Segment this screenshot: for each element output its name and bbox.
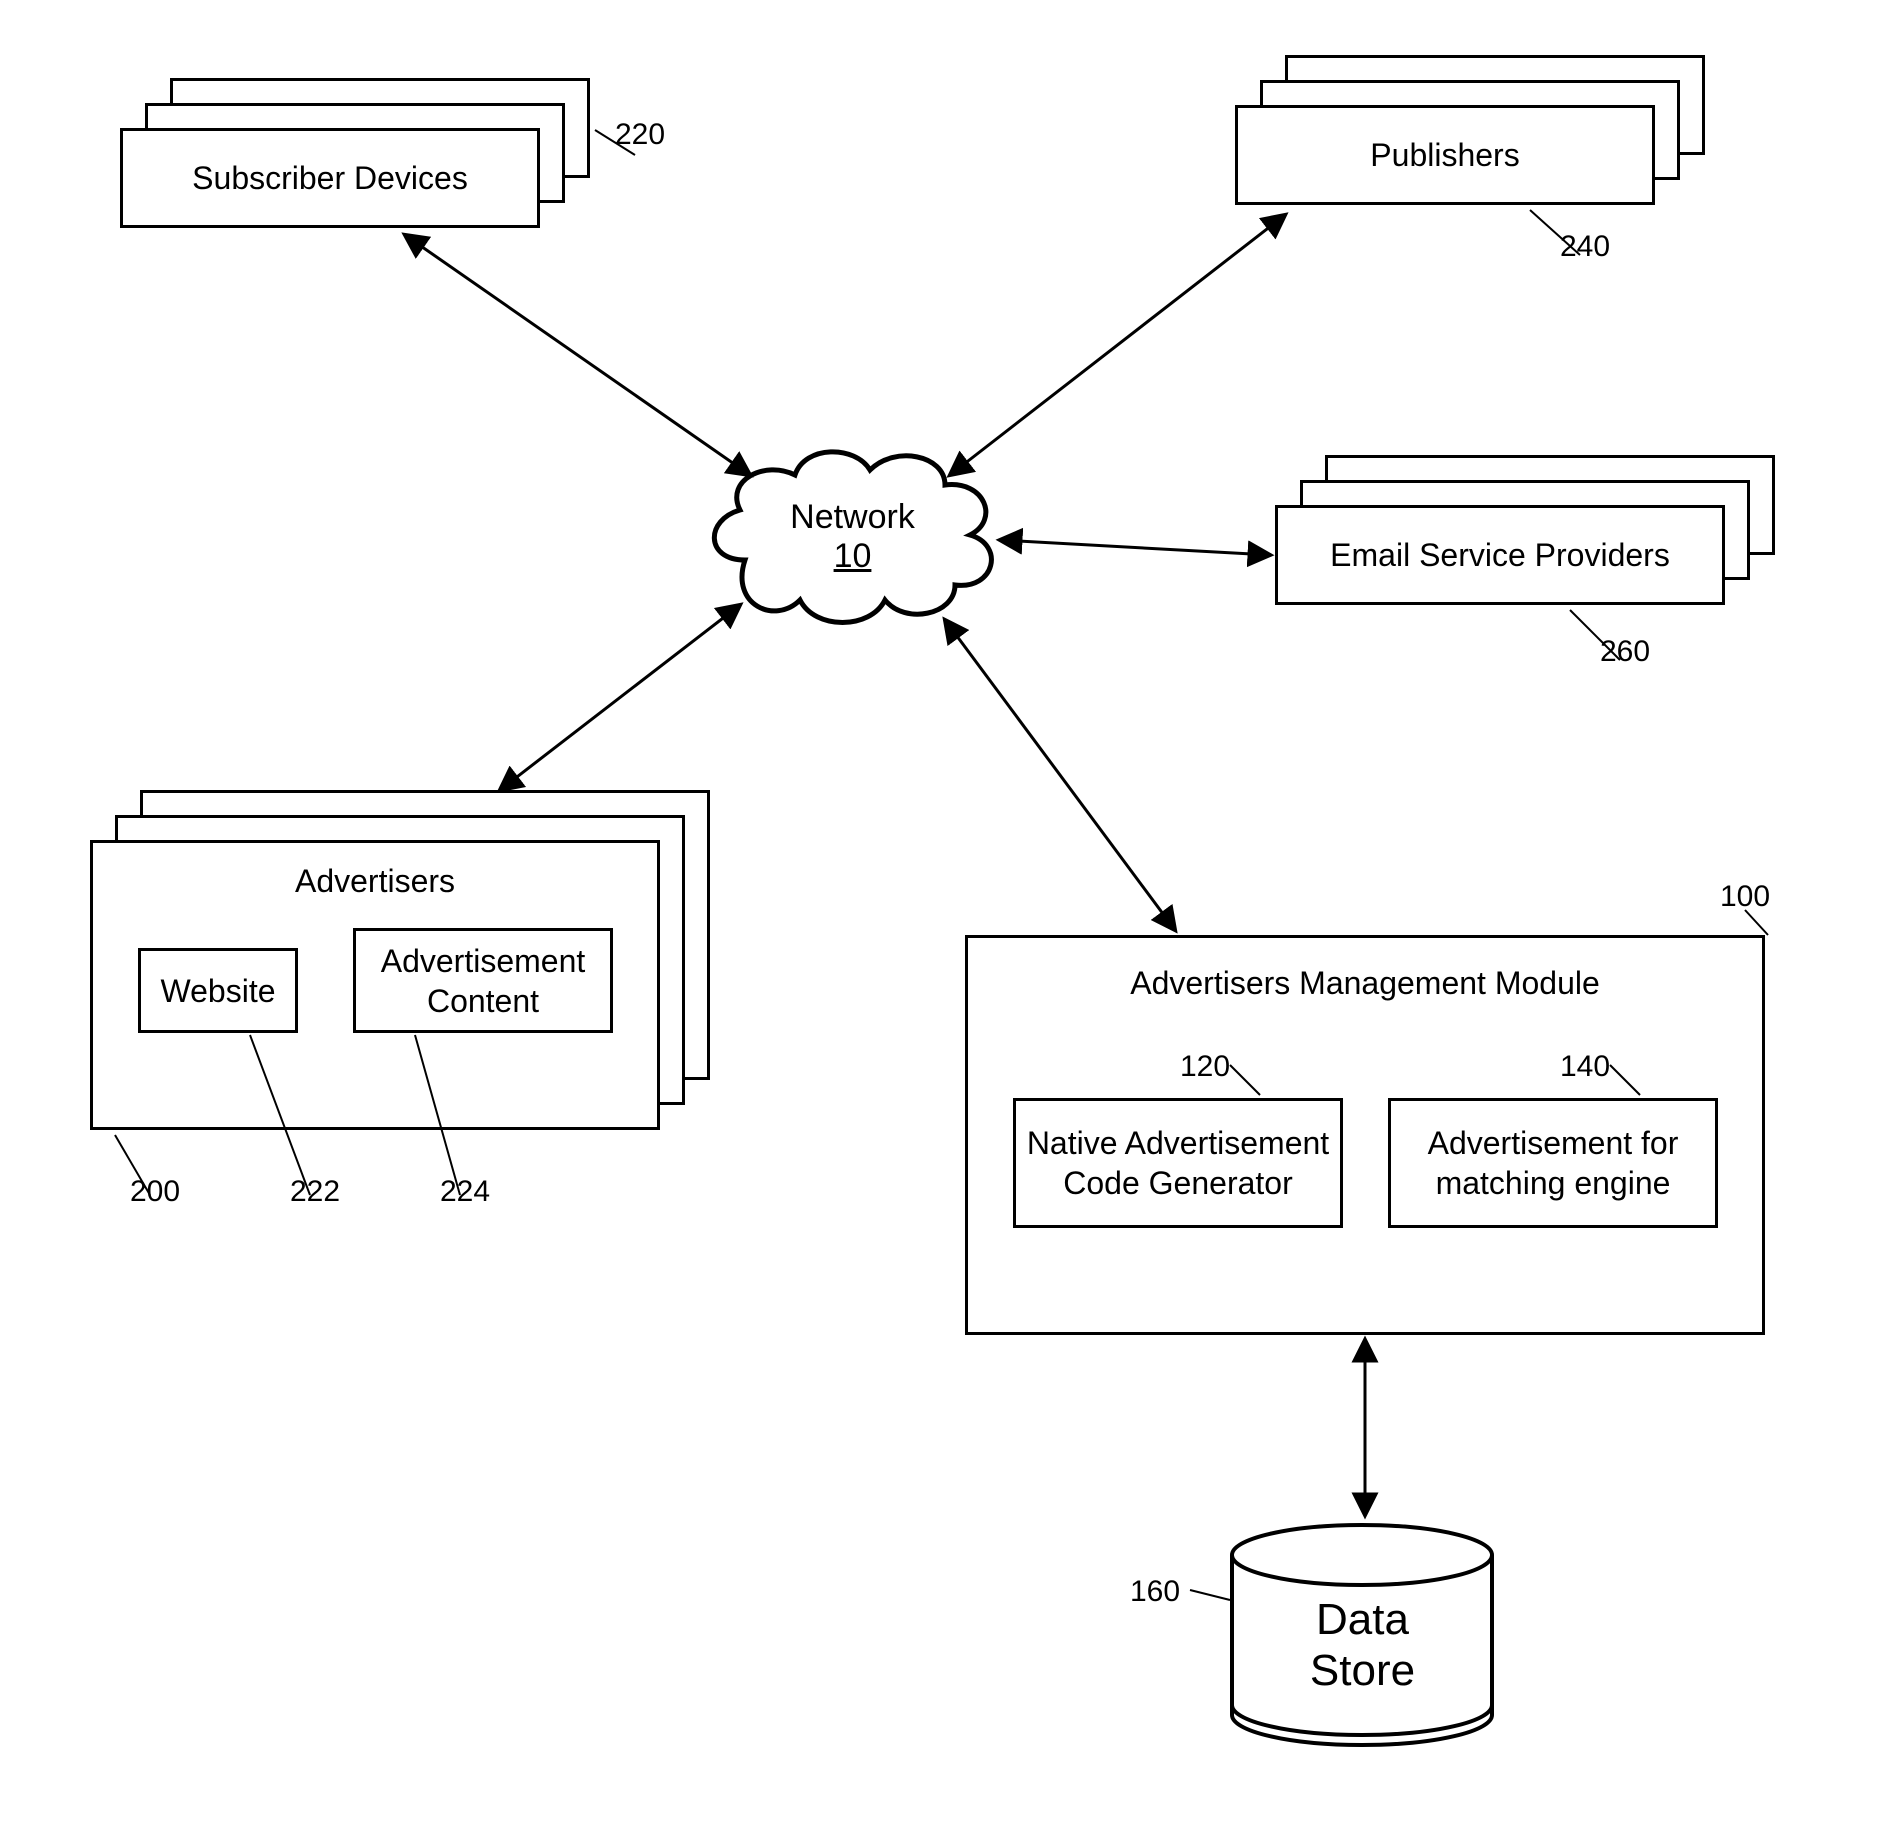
ref-160: 160 xyxy=(1130,1575,1180,1609)
publishers-label: Publishers xyxy=(1370,135,1519,175)
amm-label: Advertisers Management Module xyxy=(968,963,1762,1003)
ref-100: 100 xyxy=(1720,880,1770,914)
email-providers-label: Email Service Providers xyxy=(1330,535,1670,575)
amm-box: Advertisers Management Module Native Adv… xyxy=(965,935,1765,1335)
publishers-box: Publishers xyxy=(1235,105,1655,205)
website-label: Website xyxy=(160,971,275,1011)
ref-260: 260 xyxy=(1600,635,1650,669)
ref-220: 220 xyxy=(615,118,665,152)
ad-content-label: Advertisement Content xyxy=(356,941,610,1021)
network-label: Network xyxy=(695,498,1010,537)
advertisers-label: Advertisers xyxy=(93,863,657,900)
ref-120: 120 xyxy=(1180,1050,1230,1084)
advertisers-box: Advertisers Website Advertisement Conten… xyxy=(90,840,660,1130)
data-store-label: DataStore xyxy=(1225,1595,1500,1696)
diagram-canvas: Subscriber Devices 220 Publishers 240 Em… xyxy=(0,0,1884,1833)
match-engine-box: Advertisement for matching engine xyxy=(1388,1098,1718,1228)
native-gen-label: Native Advertisement Code Generator xyxy=(1016,1123,1340,1203)
data-store: DataStore Data Store xyxy=(1225,1520,1500,1750)
network-ref: 10 xyxy=(695,537,1010,576)
ref-224: 224 xyxy=(440,1175,490,1209)
match-engine-label: Advertisement for matching engine xyxy=(1391,1123,1715,1203)
network-cloud: Network 10 xyxy=(695,430,1010,640)
ref-200: 200 xyxy=(130,1175,180,1209)
ref-240: 240 xyxy=(1560,230,1610,264)
ref-222: 222 xyxy=(290,1175,340,1209)
native-gen-box: Native Advertisement Code Generator xyxy=(1013,1098,1343,1228)
subscriber-devices-label: Subscriber Devices xyxy=(192,158,468,198)
website-box: Website xyxy=(138,948,298,1033)
email-providers-box: Email Service Providers xyxy=(1275,505,1725,605)
ad-content-box: Advertisement Content xyxy=(353,928,613,1033)
ref-140: 140 xyxy=(1560,1050,1610,1084)
subscriber-devices-box: Subscriber Devices xyxy=(120,128,540,228)
